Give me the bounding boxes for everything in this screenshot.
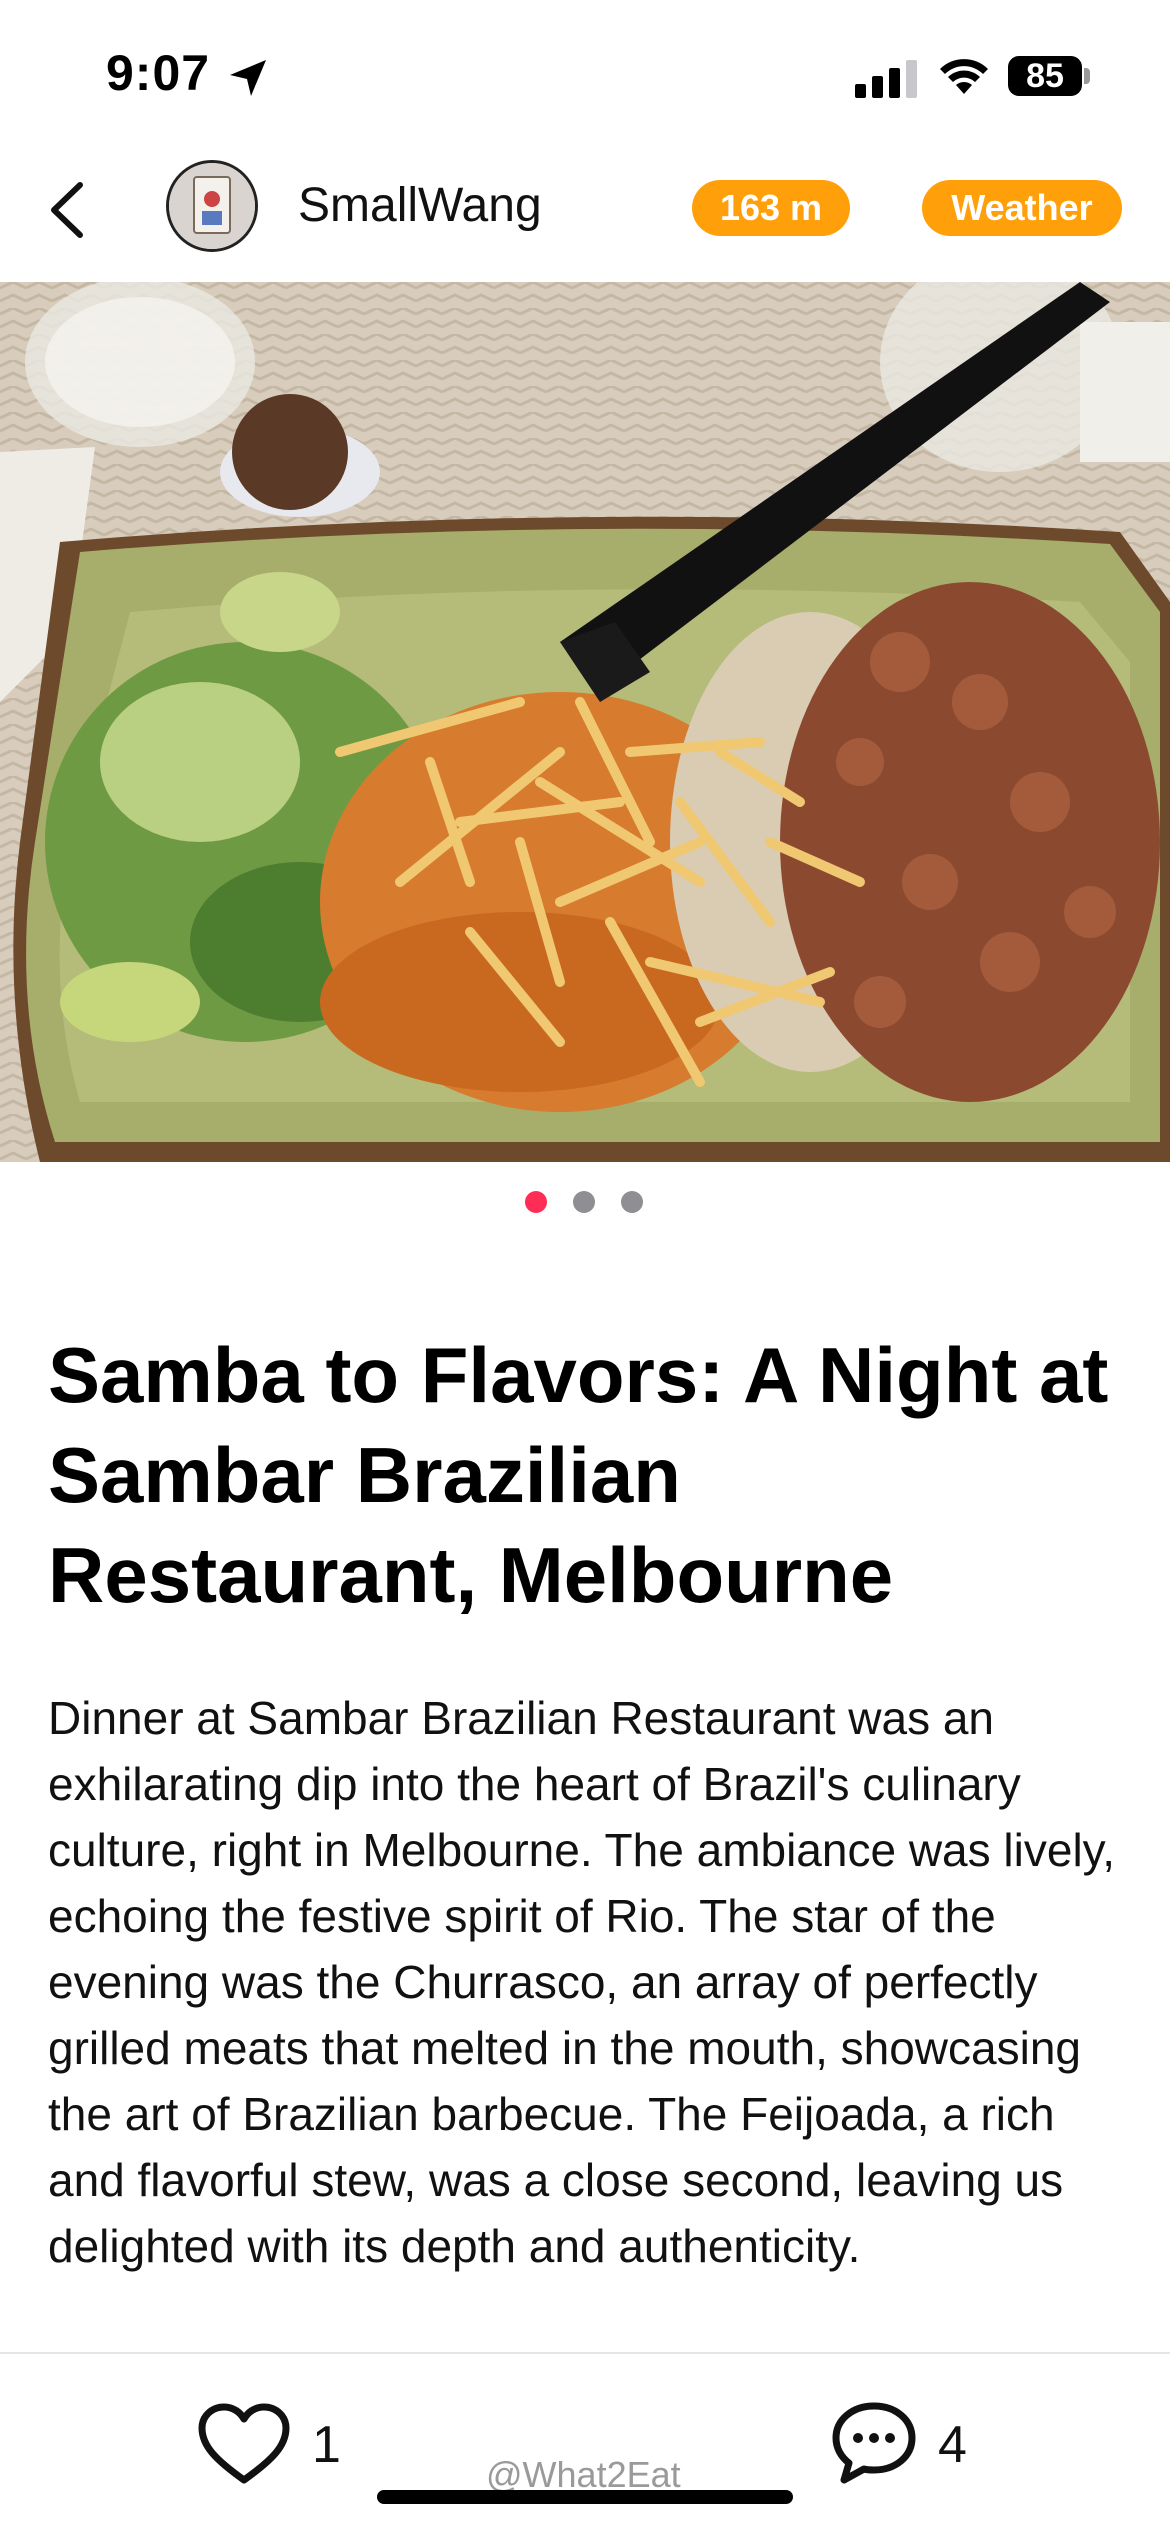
chevron-left-icon[interactable] [40, 175, 100, 245]
carousel-dot[interactable] [573, 1191, 595, 1213]
battery-icon: 85 [1008, 56, 1082, 96]
carousel-indicator [0, 1191, 1170, 1215]
carousel-dot[interactable] [525, 1191, 547, 1213]
like-count: 1 [312, 2416, 341, 2474]
avatar[interactable] [166, 160, 258, 252]
food-photo[interactable] [0, 282, 1170, 1162]
comment-count: 4 [938, 2416, 967, 2474]
bottom-action-bar [0, 2352, 1170, 2534]
heart-icon[interactable] [196, 2402, 292, 2486]
location-arrow-icon [230, 60, 266, 96]
home-indicator[interactable] [377, 2490, 793, 2504]
carousel-dot[interactable] [621, 1191, 643, 1213]
avatar-image [169, 163, 255, 249]
comment-bubble-icon[interactable] [830, 2400, 918, 2488]
post-title: Samba to Flavors: A Night at Sambar Braz… [48, 1331, 1109, 1619]
battery-cap [1084, 68, 1090, 84]
status-bar: 9:07 85 [0, 0, 1170, 150]
signal-icon [855, 60, 917, 98]
wifi-icon [940, 59, 988, 94]
food-photo-illustration [0, 282, 1170, 1162]
weather-button[interactable]: Weather [922, 180, 1122, 236]
distance-badge[interactable]: 163 m [692, 180, 850, 236]
username[interactable]: SmallWang [298, 178, 542, 233]
status-time: 9:07 [106, 45, 211, 101]
post-body: Dinner at Sambar Brazilian Restaurant wa… [48, 1692, 1116, 2272]
